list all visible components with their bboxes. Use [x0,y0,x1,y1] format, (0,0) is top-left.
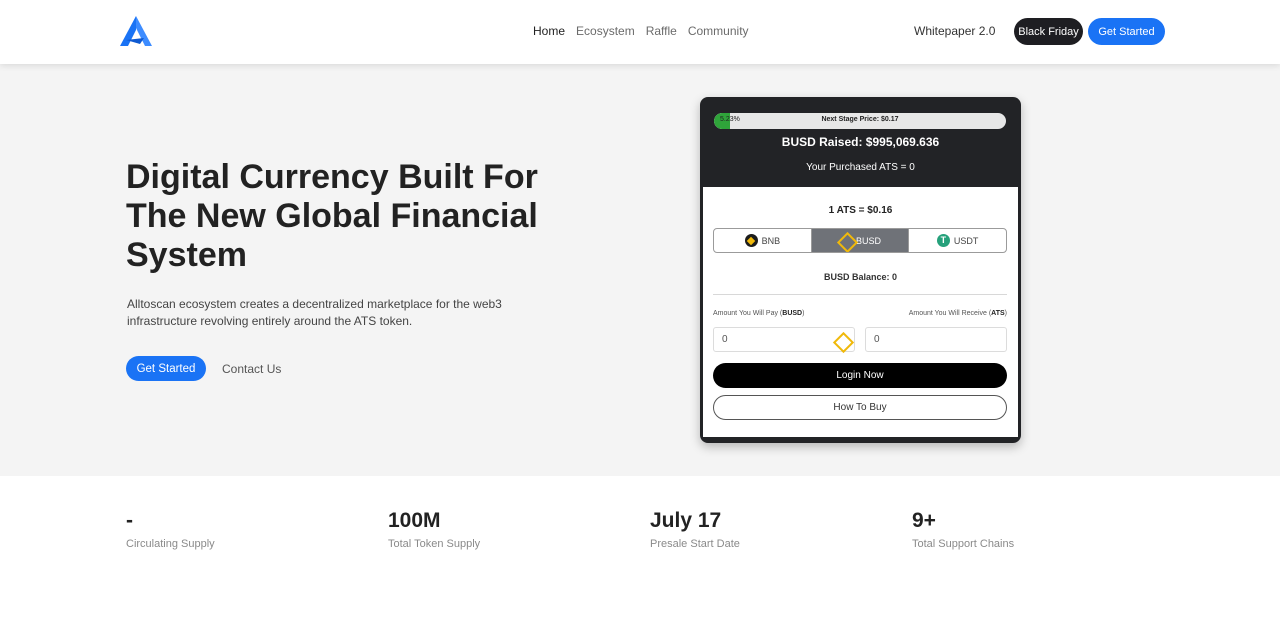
divider [713,294,1007,295]
nav-home[interactable]: Home [533,24,565,38]
recv-label-text: Amount You Will Receive ( [908,310,992,317]
pay-amount-label: Amount You Will Pay (BUSD) [713,310,804,317]
tab-bnb[interactable]: BNB [714,229,811,252]
main-nav: Home Ecosystem Raffle Community [533,24,749,38]
whitepaper-link[interactable]: Whitepaper 2.0 [914,24,995,38]
stat-label: Total Support Chains [912,538,1015,550]
currency-tabs: BNB BUSD T USDT [713,228,1007,253]
hero-title: Digital Currency Built For The New Globa… [126,158,538,274]
recv-label-suffix: ) [1004,310,1007,317]
nav-community[interactable]: Community [688,24,749,38]
tab-label: USDT [953,235,979,246]
pay-label-unit: BUSD [782,310,803,317]
presale-widget: 5.23% Next Stage Price: $0.17 BUSD Raise… [700,97,1021,443]
next-stage-price: Next Stage Price: $0.17 [821,116,899,123]
hero-description: Alltoscan ecosystem creates a decentrali… [127,297,502,328]
stat-value: July 17 [650,509,722,532]
receive-amount-label: Amount You Will Receive (ATS) [909,310,1007,317]
stat-value: - [126,509,133,532]
nav-raffle[interactable]: Raffle [646,24,677,38]
nav-ecosystem[interactable]: Ecosystem [576,24,635,38]
stat-support-chains: 9+ Total Support Chains [912,508,1014,550]
how-to-buy-button[interactable]: How To Buy [713,395,1007,420]
pay-amount-input[interactable] [713,327,855,352]
busd-raised: BUSD Raised: $995,069.636 [781,135,940,149]
busd-icon [839,234,852,247]
tab-label: BNB [761,235,781,246]
presale-progress-bar: 5.23% Next Stage Price: $0.17 [714,113,1006,129]
stat-circulating-supply: - Circulating Supply [126,508,215,550]
black-friday-button[interactable]: Black Friday [1014,18,1083,45]
stat-label: Presale Start Date [650,538,740,550]
stat-value: 9+ [912,509,936,532]
top-header: Home Ecosystem Raffle Community Whitepap… [0,0,1280,64]
alltoscan-logo-icon[interactable] [118,14,154,48]
pay-label-text: Amount You Will Pay ( [713,310,783,317]
usdt-icon: T [936,234,950,247]
bnb-icon [744,234,758,247]
header-get-started-button[interactable]: Get Started [1088,18,1165,45]
pay-label-suffix: ) [802,310,805,317]
recv-label-unit: ATS [991,310,1005,317]
contact-us-link[interactable]: Contact Us [222,362,281,376]
login-now-button[interactable]: Login Now [713,363,1007,388]
receive-amount-input[interactable] [865,327,1007,352]
tab-usdt[interactable]: T USDT [908,229,1006,252]
stat-label: Circulating Supply [126,538,215,550]
purchased-ats: Your Purchased ATS = 0 [806,162,915,173]
buy-panel: 1 ATS = $0.16 BNB BUSD T USDT BUSD Balan… [703,187,1018,437]
ats-rate: 1 ATS = $0.16 [828,205,893,216]
hero-get-started-button[interactable]: Get Started [126,356,206,381]
stat-total-token-supply: 100M Total Token Supply [388,508,480,550]
tab-label: BUSD [856,235,882,246]
busd-icon [835,334,848,347]
stat-label: Total Token Supply [388,538,481,550]
busd-balance: BUSD Balance: 0 [823,272,898,282]
tab-busd[interactable]: BUSD [810,229,909,252]
stat-presale-start-date: July 17 Presale Start Date [650,508,740,550]
stat-value: 100M [388,509,441,532]
